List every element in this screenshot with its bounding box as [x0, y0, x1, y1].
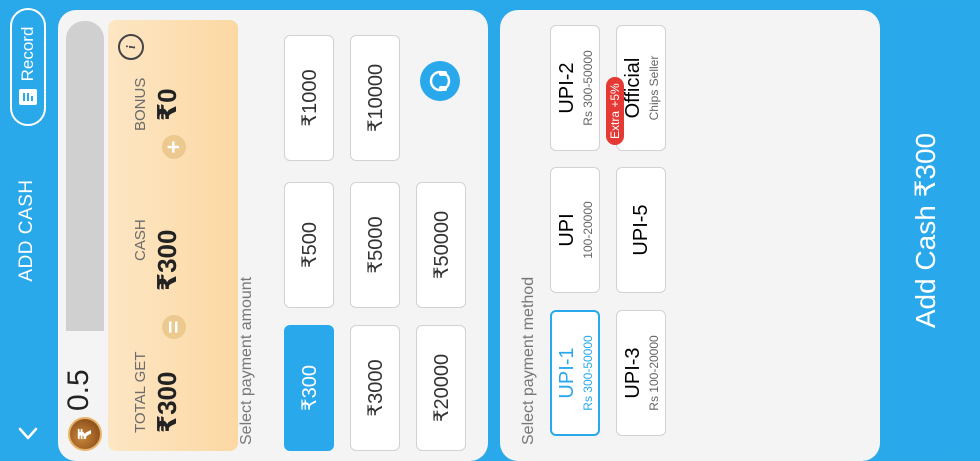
record-label: Record — [18, 26, 37, 82]
coin-icon: ₹ — [68, 417, 102, 451]
method-upi[interactable]: UPI 100-20000 — [550, 167, 600, 293]
amount-option-500[interactable]: ₹500 — [284, 182, 334, 308]
headset-icon — [429, 70, 451, 92]
cash-value: ₹300 — [152, 229, 182, 291]
extra-bonus-badge: Extra +5% — [606, 77, 624, 145]
summary-card: TOTAL GET ₹300 = CASH ₹300 + BONUS ₹0 i — [108, 20, 238, 451]
info-icon[interactable]: i — [118, 34, 144, 60]
amount-option-50000[interactable]: ₹50000 — [416, 182, 466, 308]
cash-label: CASH — [132, 219, 149, 261]
balance-bar — [66, 21, 104, 331]
amount-option-3000[interactable]: ₹3000 — [350, 325, 400, 451]
total-value: ₹300 — [152, 371, 182, 433]
add-cash-button[interactable]: Add Cash ₹300 — [896, 8, 954, 453]
record-icon — [19, 89, 37, 106]
method-upi-3[interactable]: UPI-3 Rs 100-20000 — [616, 310, 666, 436]
method-section-label: Select payment method — [520, 276, 537, 445]
method-upi-2[interactable]: UPI-2 Rs 300-50000 — [550, 25, 600, 151]
amount-option-5000[interactable]: ₹5000 — [350, 182, 400, 308]
method-upi-1[interactable]: UPI-1 Rs 300-50000 — [550, 310, 600, 436]
bonus-value: ₹0 — [152, 88, 182, 121]
amount-option-300[interactable]: ₹300 — [284, 325, 334, 451]
total-label: TOTAL GET — [132, 351, 149, 433]
method-upi-5[interactable]: UPI-5 — [616, 167, 666, 293]
equals-icon: = — [161, 315, 186, 339]
customer-support-icon[interactable] — [420, 61, 460, 101]
amount-panel: ₹ 0.5 TOTAL GET ₹300 = CASH ₹300 + BONUS… — [58, 10, 488, 461]
amount-option-1000[interactable]: ₹1000 — [284, 35, 334, 161]
record-button[interactable]: Record — [10, 8, 46, 126]
bonus-label: BONUS — [132, 77, 149, 131]
amount-section-label: Select payment amount — [238, 276, 255, 445]
amount-option-10000[interactable]: ₹10000 — [350, 35, 400, 161]
plus-icon: + — [161, 135, 186, 159]
amount-option-20000[interactable]: ₹20000 — [416, 325, 466, 451]
balance-value: 0.5 — [62, 369, 95, 411]
